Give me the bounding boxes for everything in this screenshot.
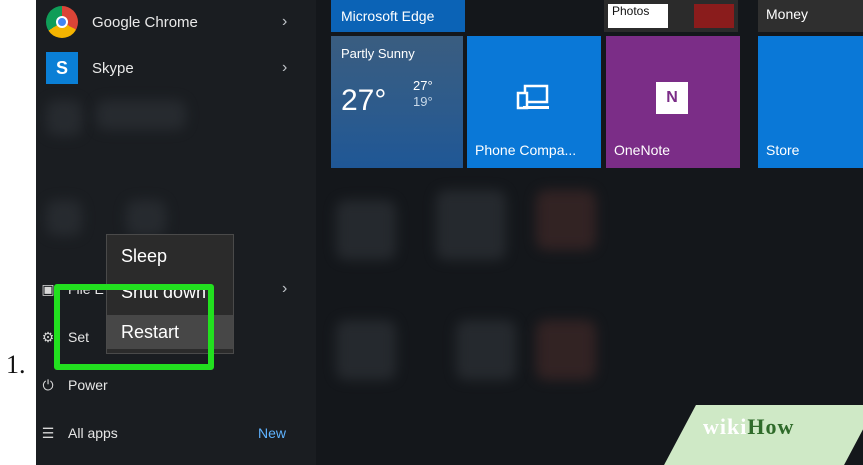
power-menu-sleep[interactable]: Sleep [107,239,233,273]
tile-label: Money [766,6,809,22]
phone-companion-icon [516,84,549,110]
tile-weather[interactable]: Partly Sunny 27° 27° 19° [331,36,463,168]
tile-label: Phone Compa... [475,142,577,158]
photo-thumbnail [694,4,734,28]
tile-microsoft-edge[interactable]: Microsoft Edge [331,0,465,32]
chevron-right-icon[interactable]: › [282,59,287,77]
tile-label: Photos [608,4,668,28]
wikihow-watermark: wikiHow [703,414,794,440]
blurred-tile [336,320,396,380]
blurred-app-icon [46,100,82,136]
onenote-icon: N [656,82,688,114]
tile-label: Microsoft Edge [341,8,435,24]
all-apps-icon: ☰ [41,424,55,441]
watermark-wiki: wiki [703,414,748,439]
skype-icon: S [46,52,78,84]
start-menu-app-list: Google Chrome › S Skype › ▣ File E › ⚙ S… [36,0,316,465]
weather-high: 27° [413,78,433,93]
app-item-google-chrome[interactable]: Google Chrome › [36,0,316,44]
tile-money[interactable]: Money [758,0,863,32]
tile-label: Store [766,142,800,158]
weather-condition: Partly Sunny [341,46,415,61]
tile-phone-companion[interactable]: Phone Compa... [467,36,601,168]
chrome-icon [46,6,78,38]
app-item-skype[interactable]: S Skype › [36,46,316,90]
side-item-all-apps[interactable]: ☰ All apps New [36,418,316,448]
new-badge: New [258,425,287,441]
power-icon: ⏻ [42,376,54,393]
chevron-right-icon[interactable]: › [282,280,287,298]
side-item-label: All apps [68,425,118,441]
blurred-app-label [96,100,186,130]
tile-store[interactable]: Store [758,36,863,168]
side-item-label: Power [68,377,108,393]
tile-label: OneNote [614,142,671,158]
app-item-label: Skype [92,59,134,77]
blurred-tile [436,190,506,260]
blurred-app-icon [46,200,82,236]
start-menu-screen: Google Chrome › S Skype › ▣ File E › ⚙ S… [36,0,863,465]
weather-temperature: 27° [341,84,387,117]
weather-low: 19° [413,94,433,109]
blurred-tile [536,320,596,380]
chevron-right-icon[interactable]: › [282,13,287,31]
blurred-tile [456,320,516,380]
side-item-power[interactable]: ⏻ Power [36,370,316,400]
list-number: 1. [6,350,26,379]
blurred-tile [336,200,396,260]
blurred-app-icon [126,200,166,236]
watermark-how: How [747,414,795,439]
app-item-label: Google Chrome [92,13,198,31]
restart-highlight-box [54,284,214,370]
blurred-tile [536,190,596,250]
tile-onenote[interactable]: N OneNote [606,36,740,168]
tile-photos[interactable]: Photos [604,0,738,32]
